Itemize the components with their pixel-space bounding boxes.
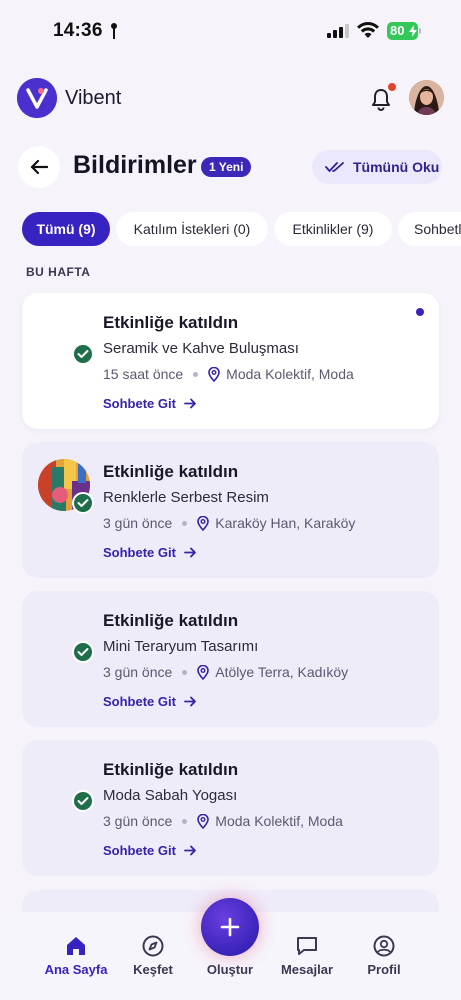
charging-bolt-icon <box>409 25 417 37</box>
notification-meta: 3 gün önce Atölye Terra, Kadıköy <box>103 664 348 680</box>
vibent-logo-icon <box>17 78 57 118</box>
go-to-chat-label: Sohbete Git <box>103 396 176 411</box>
separator-dot <box>182 818 188 824</box>
notification-card[interactable]: Etkinliğe katıldın Seramik ve Kahve Bulu… <box>22 293 439 429</box>
event-location: Karaköy Han, Karaköy <box>215 515 356 531</box>
notification-title: Etkinliğe katıldın <box>103 611 239 630</box>
create-label: Oluştur <box>206 962 254 977</box>
section-label: BU HAFTA <box>26 265 91 279</box>
create-button[interactable] <box>201 898 259 956</box>
go-to-chat-label: Sohbete Git <box>103 843 176 858</box>
separator-dot <box>182 520 188 526</box>
check-icon <box>72 343 94 365</box>
profile-icon <box>373 935 395 957</box>
location-arrow-icon <box>111 23 117 39</box>
back-button[interactable] <box>18 146 60 188</box>
go-to-chat-label: Sohbete Git <box>103 545 176 560</box>
notification-card[interactable]: Etkinliğe katıldın Mini Teraryum Tasarım… <box>22 591 439 727</box>
notification-title: Etkinliğe katıldın <box>103 760 239 779</box>
notification-meta: 3 gün önce Moda Kolektif, Moda <box>103 813 343 829</box>
check-icon <box>72 790 94 812</box>
double-check-icon <box>325 162 344 172</box>
location-pin-icon <box>197 515 210 531</box>
tab-profile[interactable]: Profil <box>339 912 429 982</box>
arrow-right-icon <box>184 845 196 856</box>
event-name: Mini Teraryum Tasarımı <box>103 638 259 655</box>
event-name: Moda Sabah Yogası <box>103 787 238 804</box>
go-to-chat-link[interactable]: Sohbete Git <box>103 694 197 709</box>
event-name: Seramik ve Kahve Buluşması <box>103 340 299 357</box>
location-pin-icon <box>197 664 210 680</box>
bell-icon[interactable] <box>370 87 392 111</box>
go-to-chat-link[interactable]: Sohbete Git <box>103 545 197 560</box>
page-title: Bildirimler <box>73 151 197 179</box>
user-avatar-image <box>409 80 444 115</box>
arrow-left-icon <box>30 159 48 175</box>
event-location: Moda Kolektif, Moda <box>215 813 343 829</box>
arrow-right-icon <box>184 398 196 409</box>
filter-chip-join-requests[interactable]: Katılım İstekleri (0) <box>116 212 268 246</box>
notification-card[interactable]: Etkinliğe katıldın Moda Sabah Yogası 3 g… <box>22 740 439 876</box>
notification-meta: 3 gün önce Karaköy Han, Karaköy <box>103 515 355 531</box>
filter-chip-chats[interactable]: Sohbetler <box>398 212 461 246</box>
go-to-chat-link[interactable]: Sohbete Git <box>103 396 197 411</box>
chat-bubble-icon <box>297 937 317 955</box>
notification-time: 3 gün önce <box>103 664 173 680</box>
notification-meta: 15 saat önce Moda Kolektif, Moda <box>103 366 354 382</box>
notification-dot <box>388 83 396 91</box>
avatar[interactable] <box>409 80 444 115</box>
notification-time: 3 gün önce <box>103 515 173 531</box>
app-name: Vibent <box>65 87 122 109</box>
plus-icon <box>220 917 240 937</box>
unread-dot <box>416 308 424 316</box>
notification-time: 3 gün önce <box>103 813 173 829</box>
status-time: 14:36 <box>53 20 103 41</box>
arrow-right-icon <box>184 696 196 707</box>
separator-dot <box>193 371 199 377</box>
filter-chips: Tümü (9) Katılım İstekleri (0) Etkinlikler… <box>22 212 461 246</box>
go-to-chat-link[interactable]: Sohbete Git <box>103 843 197 858</box>
notification-time: 15 saat önce <box>103 366 184 382</box>
location-pin-icon <box>208 366 220 382</box>
cellular-signal-icon <box>327 24 349 38</box>
go-to-chat-label: Sohbete Git <box>103 694 176 709</box>
notification-title: Etkinliğe katıldın <box>103 462 239 481</box>
arrow-right-icon <box>184 547 196 558</box>
read-all-button[interactable]: Tümünü Oku <box>312 150 442 184</box>
separator-dot <box>182 669 188 675</box>
battery-tip <box>419 28 421 34</box>
event-location: Moda Kolektif, Moda <box>226 366 354 382</box>
tab-profile-label: Profil <box>367 962 401 977</box>
event-name: Renklerle Serbest Resim <box>103 489 269 506</box>
location-pin-icon <box>197 813 210 829</box>
notification-title: Etkinliğe katıldın <box>103 313 239 332</box>
wifi-icon <box>357 22 379 38</box>
check-icon <box>72 641 94 663</box>
battery-indicator: 80 <box>387 22 421 40</box>
app-logo[interactable] <box>17 78 57 118</box>
notification-card[interactable]: Etkinliğe katıldın Renklerle Serbest Res… <box>22 442 439 578</box>
event-location: Atölye Terra, Kadıköy <box>215 664 349 680</box>
status-bar: 14:36 80 <box>0 0 461 62</box>
filter-chip-all[interactable]: Tümü (9) <box>22 212 110 246</box>
compass-icon <box>142 935 164 957</box>
read-all-label: Tümünü Oku <box>353 159 440 175</box>
check-icon <box>72 492 94 514</box>
new-count-badge: 1 Yeni <box>201 157 252 177</box>
home-icon <box>67 937 85 955</box>
filter-chip-events[interactable]: Etkinlikler (9) <box>274 212 392 246</box>
